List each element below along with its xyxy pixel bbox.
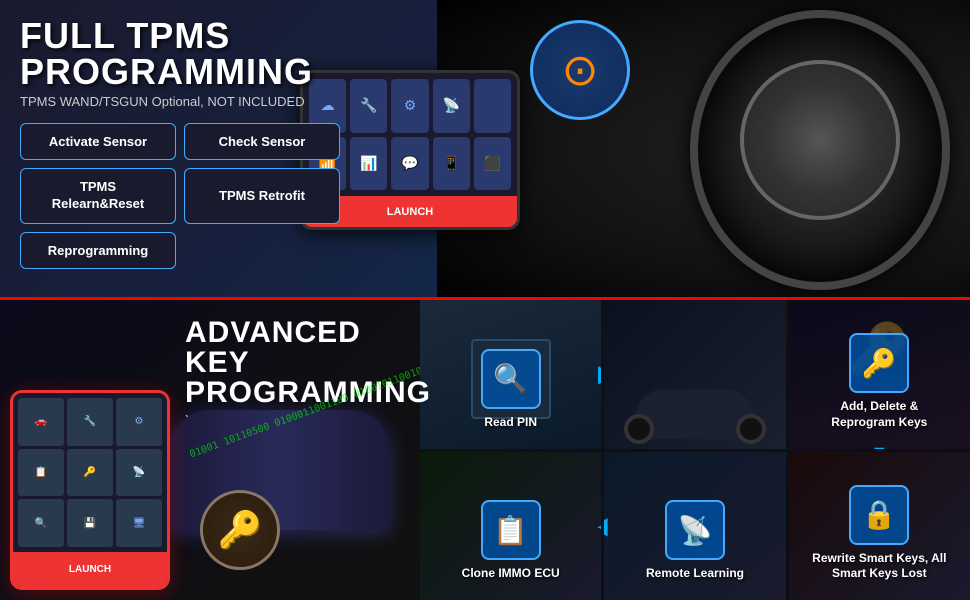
bdev-icon-2: 🔧 <box>67 398 113 446</box>
dev-icon-9: 📱 <box>433 137 470 191</box>
arrow-read-pin-to-reprogram: ▶ <box>598 361 601 387</box>
top-main-title: FULL TPMS PROGRAMMING <box>20 18 410 90</box>
add-delete-icon: 🔑 <box>849 333 909 393</box>
bdev-icon-4: 📋 <box>18 449 64 497</box>
bdev-icon-3: ⚙ <box>116 398 162 446</box>
rewrite-icon: 🔒 <box>849 485 909 545</box>
top-section: ⊙ ☁ 🔧 ⚙ 📡 📶 📊 💬 📱 ⬛ LAUNCH FULL TPMS PRO… <box>0 0 970 300</box>
bdev-icon-1: 🚗 <box>18 398 64 446</box>
rewrite-smart-keys-card: 🔒 Rewrite Smart Keys, All Smart Keys Los… <box>789 452 970 600</box>
bdev-icon-5: 🔑 <box>67 449 113 497</box>
bdev-icon-9: 🖥 <box>116 499 162 547</box>
dev-icon-4: 📡 <box>433 79 470 133</box>
clone-immo-icon: 📋 <box>481 500 541 560</box>
remote-learning-icon: 📡 <box>665 500 725 560</box>
tpms-features-grid: Activate Sensor Check Sensor TPMSRelearn… <box>20 123 340 269</box>
activate-sensor-button[interactable]: Activate Sensor <box>20 123 176 160</box>
dev-icon-10: ⬛ <box>474 137 511 191</box>
arrow-clone-to-remote: ◀ <box>598 513 601 539</box>
tpms-warning-icon: ⊙ <box>530 20 630 120</box>
car-wheel-right <box>736 414 766 444</box>
bottom-section: 🚗 🔧 ⚙ 📋 🔑 📡 🔍 💾 🖥 LAUNCH ADVANCED KEY PR… <box>0 300 970 600</box>
clone-immo-content: 📋 Clone IMMO ECU <box>462 500 560 582</box>
read-pin-icon: 🔍 <box>481 349 541 409</box>
reprogramming-button[interactable]: Reprogramming <box>20 232 176 269</box>
add-delete-content: 🔑 Add, Delete &Reprogram Keys <box>831 333 927 430</box>
car-wheel-left <box>624 414 654 444</box>
clone-immo-label: Clone IMMO ECU <box>462 566 560 582</box>
remote-learning-content: 📡 Remote Learning <box>646 500 744 582</box>
wheel-inner <box>740 60 900 220</box>
bottom-middle-bg: 01001 10110500 0100011001109 01001011001… <box>160 360 420 590</box>
key-features-grid: 🔍 Read PIN ▶ 🔑 🔑 <box>420 300 970 600</box>
remote-learning-label: Remote Learning <box>646 566 744 582</box>
arrow-reprogram-down: ▼ <box>870 442 888 449</box>
remote-learning-card: 📡 Remote Learning ◀ <box>604 452 785 600</box>
clone-immo-card: 📋 Clone IMMO ECU ◀ <box>420 452 601 600</box>
check-sensor-button[interactable]: Check Sensor <box>184 123 340 160</box>
arrow-remote-left: ◀ <box>604 513 607 539</box>
tpms-relearn-button[interactable]: TPMSRelearn&Reset <box>20 168 176 224</box>
add-delete-keys-card: 🔑 🔑 Add, Delete &Reprogram Keys ▼ <box>789 300 970 449</box>
read-pin-label: Read PIN <box>484 415 537 431</box>
tpms-retrofit-button[interactable]: TPMS Retrofit <box>184 168 340 224</box>
top-left-content: FULL TPMS PROGRAMMING TPMS WAND/TSGUN Op… <box>0 0 430 287</box>
dev-icon-5 <box>474 79 511 133</box>
device-screen-bottom: 🚗 🔧 ⚙ 📋 🔑 📡 🔍 💾 🖥 <box>13 393 167 552</box>
device-brand-bottom: LAUNCH <box>13 552 167 587</box>
bdev-icon-8: 💾 <box>67 499 113 547</box>
bdev-icon-6: 📡 <box>116 449 162 497</box>
rewrite-label: Rewrite Smart Keys, All Smart Keys Lost <box>797 551 962 582</box>
car-bg-spacer <box>604 300 785 449</box>
read-pin-card: 🔍 Read PIN ▶ <box>420 300 601 449</box>
top-subtitle: TPMS WAND/TSGUN Optional, NOT INCLUDED <box>20 94 410 109</box>
key-fob-icon: 🔑 <box>200 490 280 570</box>
read-pin-content: 🔍 Read PIN <box>481 349 541 431</box>
device-image-bottom: 🚗 🔧 ⚙ 📋 🔑 📡 🔍 💾 🖥 LAUNCH <box>10 390 170 590</box>
bdev-icon-7: 🔍 <box>18 499 64 547</box>
rewrite-content: 🔒 Rewrite Smart Keys, All Smart Keys Los… <box>797 485 962 582</box>
car-scene <box>604 300 785 449</box>
add-delete-label: Add, Delete &Reprogram Keys <box>831 399 927 430</box>
